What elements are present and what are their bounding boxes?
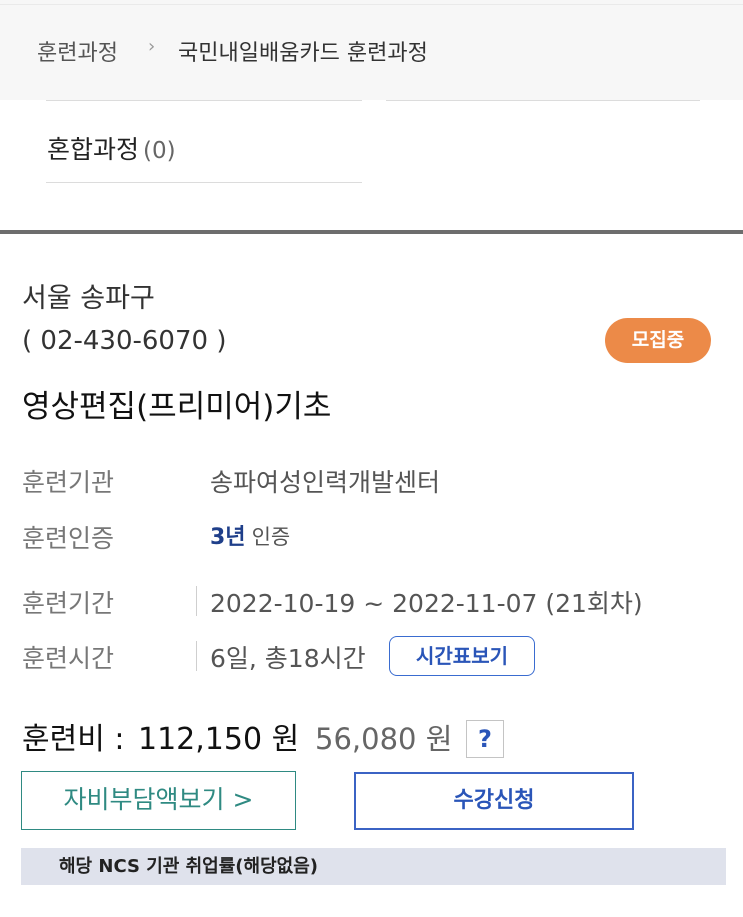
chevron-right-icon: › xyxy=(148,36,156,57)
course-location: 서울 송파구 xyxy=(22,283,155,314)
category-label: 혼합과정 xyxy=(47,135,140,164)
category-list: 혼합과정 (0) xyxy=(0,100,743,230)
hours-value: 6일, 총18시간 xyxy=(210,644,366,673)
top-divider xyxy=(0,4,743,5)
period-value: 2022-10-19 ~ 2022-11-07 (21회차) xyxy=(210,589,643,618)
breadcrumb-home-link[interactable]: 훈련과정 xyxy=(37,35,118,67)
course-phone: ( 02-430-6070 ) xyxy=(22,326,227,356)
breadcrumb-current: 국민내일배움카드 훈련과정 xyxy=(178,41,428,66)
list-divider xyxy=(386,100,700,101)
course-title[interactable]: 영상편집(프리미어)기초 xyxy=(22,381,331,426)
list-divider xyxy=(46,100,362,101)
page: 훈련과정 › 국민내일배움카드 훈련과정 혼합과정 (0) 서울 송파구 ( 02… xyxy=(0,0,743,917)
certification-suffix: 인증 xyxy=(251,525,291,549)
certification-value: 3년 인증 xyxy=(210,519,290,551)
help-button[interactable]: ? xyxy=(466,720,504,758)
breadcrumb: 훈련과정 › 국민내일배움카드 훈련과정 xyxy=(0,0,743,100)
field-divider xyxy=(196,586,197,616)
institution-value: 송파여성인력개발센터 xyxy=(210,468,441,497)
timetable-button[interactable]: 시간표보기 xyxy=(389,636,535,676)
section-divider xyxy=(0,230,743,234)
fee-full: 112,150 원 xyxy=(138,722,300,757)
category-count: (0) xyxy=(143,138,176,164)
ncs-employment-bar: 해당 NCS 기관 취업률(해당없음) xyxy=(21,848,726,885)
category-item-mixed[interactable]: 혼합과정 (0) xyxy=(47,130,176,166)
apply-button[interactable]: 수강신청 xyxy=(354,772,634,830)
fee-discount: 56,080 원 xyxy=(315,722,453,756)
field-divider xyxy=(196,641,197,671)
hours-label: 훈련시간 xyxy=(22,644,115,673)
certification-label: 훈련인증 xyxy=(22,524,115,553)
institution-label: 훈련기관 xyxy=(22,468,115,497)
fee-label: 훈련비 : xyxy=(22,722,125,757)
status-badge: 모집중 xyxy=(605,318,711,363)
selfpay-button[interactable]: 자비부담액보기 > xyxy=(21,771,296,830)
list-divider xyxy=(46,182,362,183)
period-label: 훈련기간 xyxy=(22,589,115,618)
certification-years: 3년 xyxy=(210,525,246,550)
